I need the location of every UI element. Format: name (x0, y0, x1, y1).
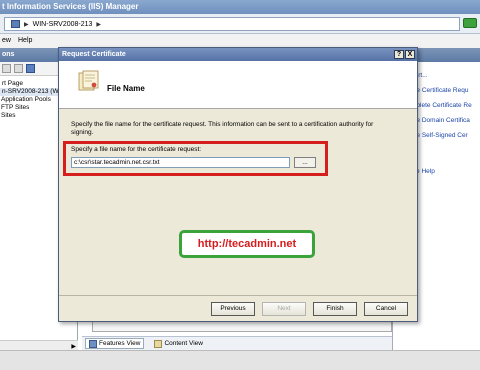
chevron-right-icon[interactable]: ▶ (96, 21, 101, 28)
close-button[interactable]: X (405, 50, 415, 59)
file-name-input[interactable] (71, 157, 290, 168)
cancel-button[interactable]: Cancel (364, 302, 408, 316)
previous-button[interactable]: Previous (211, 302, 255, 316)
status-bar (0, 350, 480, 370)
page-title: File Name (107, 84, 145, 93)
content-view-button[interactable]: Content View (150, 338, 207, 349)
dialog-banner: File Name (59, 61, 417, 109)
view-switcher: Features View Content View (82, 336, 392, 350)
address-bar: ▶ WIN-SRV2008-213 ▶ (0, 14, 480, 34)
dialog-titlebar: Request Certificate ? X (59, 48, 417, 61)
chevron-right-icon[interactable]: ▶ (24, 21, 29, 28)
connect-icon[interactable] (26, 64, 35, 73)
features-view-icon (89, 339, 97, 348)
refresh-icon[interactable] (463, 18, 477, 28)
finish-button[interactable]: Finish (313, 302, 357, 316)
scroll-right-icon[interactable]: ▶ (71, 343, 76, 350)
menu-bar: ew Help (0, 34, 480, 48)
description-text: Specify the file name for the certificat… (71, 121, 374, 136)
content-view-label: Content View (164, 340, 203, 347)
save-icon[interactable] (2, 64, 11, 73)
horizontal-scrollbar[interactable]: ▶ (0, 340, 78, 350)
address-server-name[interactable]: WIN-SRV2008-213 (33, 21, 93, 28)
menu-help[interactable]: Help (18, 34, 32, 48)
file-name-label: Specify a file name for the certificate … (71, 146, 202, 153)
dialog-title: Request Certificate (62, 51, 126, 58)
features-view-button[interactable]: Features View (85, 338, 145, 349)
browse-button[interactable]: ... (294, 157, 316, 168)
request-certificate-dialog: Request Certificate ? X File Name Specif… (58, 47, 418, 322)
dialog-footer: Previous Next Finish Cancel (59, 295, 417, 321)
help-button[interactable]: ? (394, 50, 404, 59)
content-view-icon (154, 339, 163, 348)
dialog-body: Specify the file name for the certificat… (59, 109, 417, 289)
watermark-url: http://tecadmin.net (179, 230, 315, 258)
address-box[interactable]: ▶ WIN-SRV2008-213 ▶ (4, 17, 460, 31)
certificate-icon (78, 70, 99, 91)
features-view-label: Features View (99, 340, 141, 347)
server-icon (11, 20, 20, 28)
window-title: t Information Services (IIS) Manager (0, 0, 480, 14)
menu-view[interactable]: ew (2, 34, 11, 48)
back-icon[interactable] (14, 64, 23, 73)
next-button[interactable]: Next (262, 302, 306, 316)
